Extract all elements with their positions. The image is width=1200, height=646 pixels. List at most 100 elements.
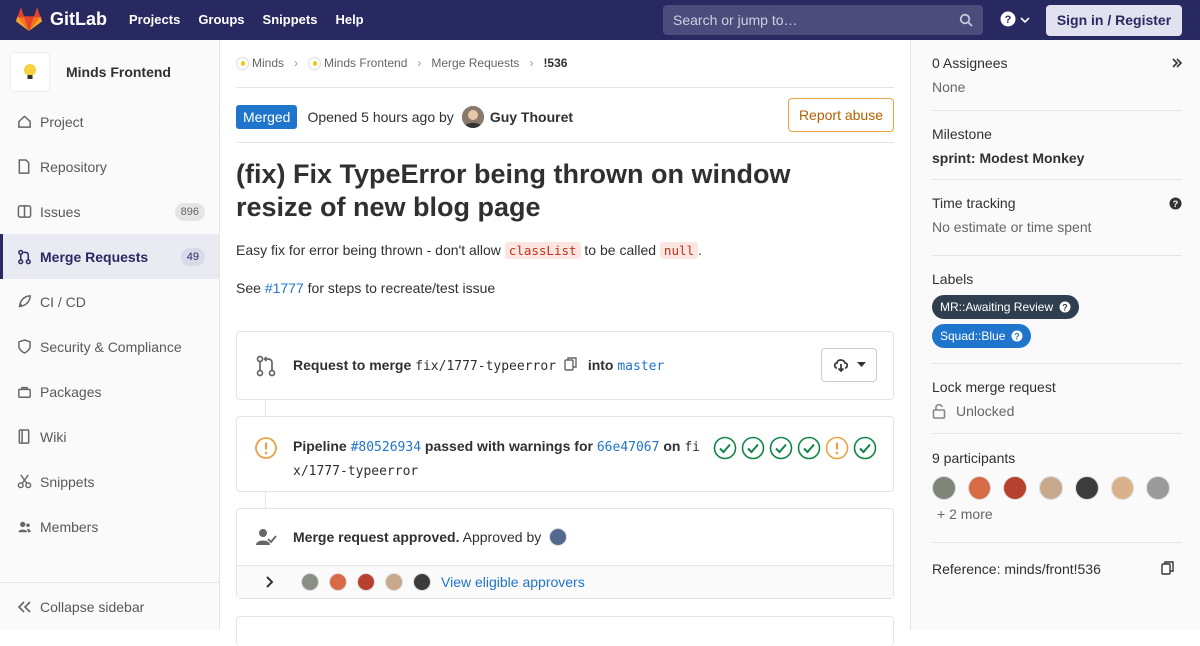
participant-avatar[interactable] xyxy=(967,476,992,500)
milestone-value[interactable]: sprint: Modest Monkey xyxy=(932,150,1182,166)
participant-avatar[interactable] xyxy=(1039,476,1063,500)
approver-avatar[interactable] xyxy=(549,528,568,546)
sidebar-item-project[interactable]: Project xyxy=(0,99,219,144)
divider xyxy=(932,542,1182,543)
approval-text: Merge request approved. Approved by xyxy=(293,528,577,546)
copy-icon[interactable] xyxy=(564,357,578,371)
approver-avatar[interactable] xyxy=(385,573,403,591)
into-label: into xyxy=(587,357,614,373)
project-avatar-icon xyxy=(308,57,322,71)
sidebar-item-label: Snippets xyxy=(40,473,95,490)
sidebar-item-issues[interactable]: Issues 896 xyxy=(0,189,219,234)
chevron-right-icon[interactable] xyxy=(265,576,275,588)
participant-avatar[interactable] xyxy=(1003,476,1028,500)
stage-passed-icon[interactable] xyxy=(741,436,765,460)
milestone-title: Milestone xyxy=(932,126,992,142)
connector-line xyxy=(265,492,266,508)
project-header[interactable]: Minds Frontend xyxy=(10,52,171,92)
status-badge: Merged xyxy=(236,105,298,129)
user-check-icon xyxy=(256,529,277,545)
view-eligible-approvers-link[interactable]: View eligible approvers xyxy=(441,574,585,590)
commit-sha-link[interactable]: 66e47067 xyxy=(597,440,660,455)
target-branch-link[interactable]: master xyxy=(617,359,664,374)
issues-count-badge: 896 xyxy=(174,202,205,221)
nav-projects[interactable]: Projects xyxy=(129,12,180,27)
mr-description-line: See #1777 for steps to recreate/test iss… xyxy=(236,280,495,296)
merge-request-icon xyxy=(16,249,32,265)
participant-avatar[interactable] xyxy=(1074,476,1099,500)
approver-avatar[interactable] xyxy=(413,573,431,591)
book-icon xyxy=(16,429,32,445)
label-mr-awaiting-review[interactable]: MR::Awaiting Review ? xyxy=(932,295,1080,319)
question-icon[interactable]: ? xyxy=(1169,197,1182,210)
nav-groups[interactable]: Groups xyxy=(198,12,244,27)
on-label: on xyxy=(663,438,681,454)
author-name[interactable]: Guy Thouret xyxy=(490,109,573,125)
desc-text: to be called xyxy=(580,242,660,258)
mr-status-row: Merged Opened 5 hours ago by Guy Thouret… xyxy=(236,98,894,132)
more-participants-link[interactable]: + 2 more xyxy=(937,506,1182,522)
sidebar-item-snippets[interactable]: Snippets xyxy=(0,459,219,504)
label-list: Squad::Blue ? xyxy=(932,324,1182,348)
breadcrumb-merge-requests[interactable]: Merge Requests xyxy=(431,56,519,70)
sign-in-button[interactable]: Sign in / Register xyxy=(1046,5,1182,36)
breadcrumb-minds[interactable]: Minds xyxy=(236,56,285,71)
merge-request-widget: Request to merge fix/1777-typeerror into… xyxy=(236,331,894,400)
sidebar-item-members[interactable]: Members xyxy=(0,504,219,549)
stage-passed-icon[interactable] xyxy=(713,436,737,460)
warning-status-icon[interactable] xyxy=(255,437,277,459)
collapse-sidebar-label: Collapse sidebar xyxy=(40,598,145,615)
desc-text: Easy fix for error being thrown - don't … xyxy=(236,242,505,258)
download-dropdown-button[interactable] xyxy=(821,348,877,382)
approver-avatar[interactable] xyxy=(301,573,319,591)
chevron-right-icon: › xyxy=(294,56,299,71)
report-abuse-button[interactable]: Report abuse xyxy=(787,98,894,132)
participant-avatar[interactable] xyxy=(1146,476,1171,500)
nav-snippets[interactable]: Snippets xyxy=(263,12,318,27)
participant-avatar[interactable] xyxy=(932,476,956,500)
sidebar-item-merge-requests[interactable]: Merge Requests 49 xyxy=(0,234,219,279)
divider xyxy=(932,433,1182,434)
author-avatar[interactable] xyxy=(461,106,484,128)
inline-code: classList xyxy=(504,242,581,259)
approver-avatar[interactable] xyxy=(329,573,347,591)
search-input[interactable]: Search or jump to… xyxy=(663,5,983,35)
breadcrumb-current[interactable]: !536 xyxy=(543,56,567,70)
label-squad-blue[interactable]: Squad::Blue ? xyxy=(932,324,1032,348)
project-name: Minds Frontend xyxy=(66,64,171,80)
divider xyxy=(932,179,1182,180)
sidebar-item-security[interactable]: Security & Compliance xyxy=(0,324,219,369)
lock-open-icon xyxy=(932,403,946,419)
svg-text:?: ? xyxy=(1062,302,1068,312)
reference-text: Reference: minds/front!536 xyxy=(932,561,1101,577)
sidebar-item-packages[interactable]: Packages xyxy=(0,369,219,414)
stage-warning-icon[interactable] xyxy=(825,436,849,460)
users-icon xyxy=(16,519,32,535)
participant-avatar[interactable] xyxy=(1110,476,1135,500)
sidebar-item-repository[interactable]: Repository xyxy=(0,144,219,189)
source-branch: fix/1777-typeerror xyxy=(415,359,557,374)
breadcrumb-label: Minds xyxy=(252,56,285,70)
stage-passed-icon[interactable] xyxy=(853,436,877,460)
issue-link[interactable]: #1777 xyxy=(265,280,304,296)
lock-block: Lock merge request Unlocked xyxy=(932,379,1182,419)
gitlab-logo-icon[interactable] xyxy=(16,8,42,32)
participants-title: 9 participants xyxy=(932,450,1016,466)
group-avatar-icon xyxy=(236,57,249,71)
copy-icon[interactable] xyxy=(1161,561,1175,575)
sidebar-item-ci-cd[interactable]: CI / CD xyxy=(0,279,219,324)
help-dropdown[interactable]: ? xyxy=(1000,10,1034,30)
desc-text: for steps to recreate/test issue xyxy=(303,280,496,296)
pipeline-id-link[interactable]: #80526934 xyxy=(351,440,421,455)
brand-name[interactable]: GitLab xyxy=(50,9,107,30)
stage-passed-icon[interactable] xyxy=(769,436,793,460)
breadcrumb: Minds › Minds Frontend › Merge Requests … xyxy=(236,56,567,71)
chevron-right-icon: › xyxy=(529,56,534,71)
sidebar-item-wiki[interactable]: Wiki xyxy=(0,414,219,459)
main-content: Minds › Minds Frontend › Merge Requests … xyxy=(236,40,894,646)
stage-passed-icon[interactable] xyxy=(797,436,821,460)
nav-help[interactable]: Help xyxy=(335,12,363,27)
breadcrumb-project[interactable]: Minds Frontend xyxy=(308,56,407,71)
approver-avatar[interactable] xyxy=(357,573,375,591)
collapse-sidebar-button[interactable]: Collapse sidebar xyxy=(0,582,219,630)
